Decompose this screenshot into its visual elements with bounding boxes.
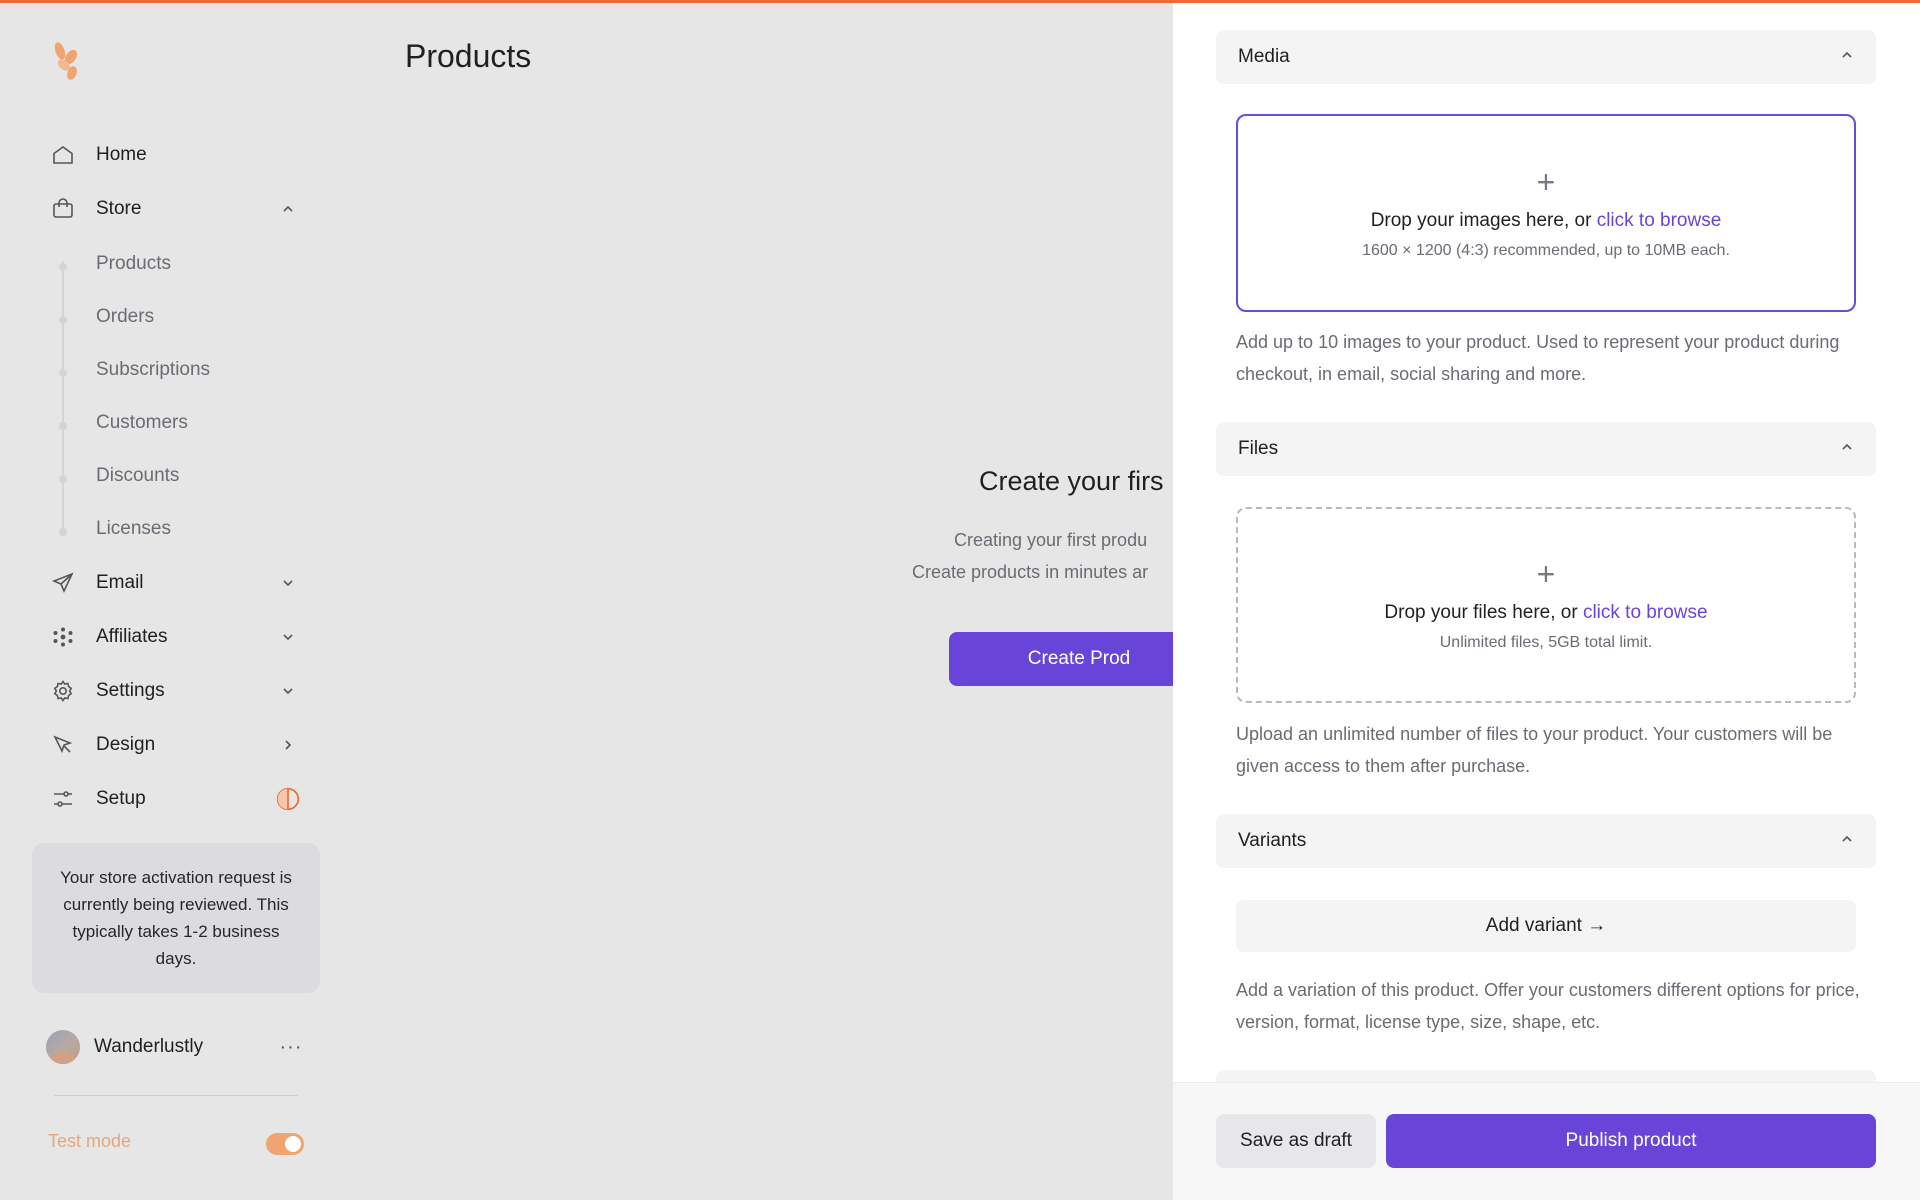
submenu-dot bbox=[59, 422, 67, 430]
chevron-up-icon bbox=[1840, 48, 1854, 67]
sidebar-item-products[interactable]: Products bbox=[96, 249, 171, 279]
top-accent-line bbox=[0, 0, 1920, 3]
nav-design[interactable]: Design bbox=[48, 725, 308, 765]
cursor-icon bbox=[48, 730, 78, 760]
activation-notice: Your store activation request is current… bbox=[32, 843, 320, 993]
files-section-header[interactable]: Files bbox=[1216, 422, 1876, 476]
files-description: Upload an unlimited number of files to y… bbox=[1236, 724, 1833, 776]
shopping-bag-icon bbox=[48, 194, 78, 224]
submenu-track bbox=[62, 261, 64, 533]
network-icon bbox=[48, 622, 78, 652]
nav-home-label: Home bbox=[96, 144, 147, 165]
chevron-up-icon bbox=[1840, 832, 1854, 851]
create-product-button[interactable]: Create Prod bbox=[949, 632, 1209, 686]
media-section-title: Media bbox=[1238, 46, 1290, 67]
sidebar-divider bbox=[54, 1095, 298, 1096]
nav-affiliates-label: Affiliates bbox=[96, 626, 168, 647]
sidebar-item-licenses[interactable]: Licenses bbox=[96, 514, 171, 544]
publish-product-button[interactable]: Publish product bbox=[1386, 1114, 1876, 1168]
chevron-down-icon[interactable] bbox=[276, 571, 300, 595]
save-draft-button[interactable]: Save as draft bbox=[1216, 1114, 1376, 1168]
submenu-dot bbox=[59, 263, 67, 271]
nav-email-label: Email bbox=[96, 572, 144, 593]
chevron-up-icon[interactable] bbox=[276, 197, 300, 221]
image-drop-hint: 1600 × 1200 (4:3) recommended, up to 10M… bbox=[1362, 242, 1730, 259]
nav-settings-label: Settings bbox=[96, 680, 165, 701]
variants-section-title: Variants bbox=[1238, 830, 1307, 851]
nav-email[interactable]: Email bbox=[48, 563, 308, 603]
sidebar-item-subscriptions[interactable]: Subscriptions bbox=[96, 355, 210, 385]
media-section-header[interactable]: Media bbox=[1216, 30, 1876, 84]
file-dropzone[interactable]: + Drop your files here, or click to brow… bbox=[1236, 507, 1856, 703]
image-dropzone[interactable]: + Drop your images here, or click to bro… bbox=[1236, 114, 1856, 312]
submenu-dot bbox=[59, 475, 67, 483]
variants-section-header[interactable]: Variants bbox=[1216, 814, 1876, 868]
nav-store[interactable]: Store bbox=[48, 189, 308, 229]
nav-design-label: Design bbox=[96, 734, 156, 755]
progress-circle-icon bbox=[276, 787, 300, 811]
product-drawer: Media + Drop your images here, or click … bbox=[1173, 0, 1920, 1200]
avatar bbox=[46, 1030, 80, 1064]
user-menu[interactable]: Wanderlustly ··· bbox=[46, 1027, 306, 1067]
send-icon bbox=[48, 568, 78, 598]
submenu-dot bbox=[59, 528, 67, 536]
sidebar-item-customers[interactable]: Customers bbox=[96, 408, 188, 438]
nav-setup-label: Setup bbox=[96, 788, 146, 809]
chevron-down-icon[interactable] bbox=[276, 625, 300, 649]
chevron-down-icon[interactable] bbox=[276, 679, 300, 703]
files-section-title: Files bbox=[1238, 438, 1279, 459]
nav-setup[interactable]: Setup bbox=[48, 779, 308, 819]
empty-state-line-2: Create products in minutes ar bbox=[912, 562, 1149, 582]
nav-store-label: Store bbox=[96, 198, 142, 219]
chevron-up-icon bbox=[1840, 440, 1854, 459]
sidebar-item-orders[interactable]: Orders bbox=[96, 302, 154, 332]
nav-affiliates[interactable]: Affiliates bbox=[48, 617, 308, 657]
empty-state-line-1: Creating your first produ bbox=[954, 530, 1148, 550]
test-mode-toggle[interactable] bbox=[266, 1133, 304, 1155]
file-browse-link[interactable]: click to browse bbox=[1583, 602, 1708, 623]
media-description: Add up to 10 images to your product. Use… bbox=[1236, 332, 1840, 384]
gear-icon bbox=[48, 676, 78, 706]
nav-settings[interactable]: Settings bbox=[48, 671, 308, 711]
sidebar: Home Store Products Orders Subscriptions… bbox=[0, 3, 340, 1200]
variants-description: Add a variation of this product. Offer y… bbox=[1236, 980, 1860, 1032]
nav-home[interactable]: Home bbox=[48, 135, 308, 175]
plus-icon: + bbox=[1536, 556, 1556, 592]
page-title: Products bbox=[405, 38, 532, 74]
image-drop-text: Drop your images here, or click to brows… bbox=[1370, 210, 1722, 231]
plus-icon: + bbox=[1536, 164, 1556, 200]
chevron-right-icon[interactable] bbox=[276, 733, 300, 757]
sidebar-item-discounts[interactable]: Discounts bbox=[96, 461, 179, 491]
user-name: Wanderlustly bbox=[94, 1036, 204, 1057]
image-browse-link[interactable]: click to browse bbox=[1597, 210, 1722, 231]
empty-state-title: Create your firs bbox=[979, 466, 1164, 496]
file-drop-text: Drop your files here, or click to browse bbox=[1384, 602, 1708, 623]
submenu-dot bbox=[59, 316, 67, 324]
file-drop-hint: Unlimited files, 5GB total limit. bbox=[1439, 634, 1653, 651]
flower-logo-icon[interactable] bbox=[48, 39, 88, 83]
sliders-icon bbox=[48, 784, 78, 814]
submenu-dot bbox=[59, 369, 67, 377]
test-mode-label: Test mode bbox=[48, 1131, 132, 1151]
add-variant-button[interactable]: Add variant → bbox=[1236, 900, 1856, 952]
home-icon bbox=[48, 140, 78, 170]
more-options-icon[interactable]: ··· bbox=[276, 1036, 306, 1059]
